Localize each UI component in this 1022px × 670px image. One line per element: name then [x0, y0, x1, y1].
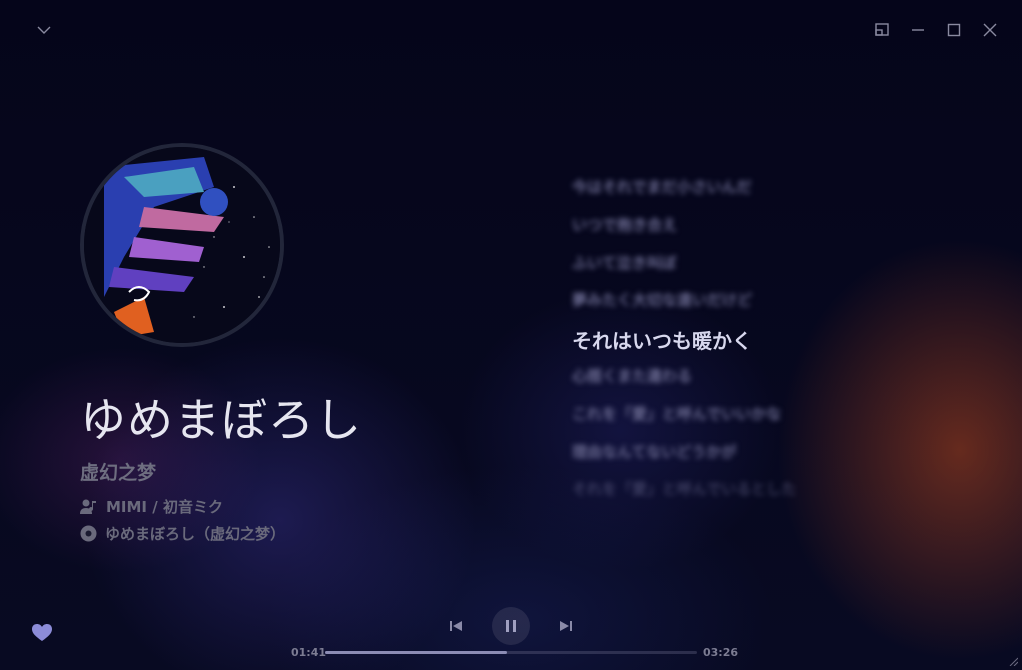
lyric-line-active[interactable]: それはいつも暖かく	[572, 325, 752, 354]
album-row[interactable]: ゆめまぼろし（虚幻之梦）	[80, 523, 285, 544]
lyric-line[interactable]: 心揺くまた違わる	[572, 365, 692, 386]
artist-names[interactable]: MIMI / 初音ミク	[106, 496, 223, 517]
collapse-button[interactable]	[32, 18, 56, 42]
album-cover	[80, 143, 284, 347]
play-pause-button[interactable]	[492, 607, 530, 645]
close-button[interactable]	[978, 18, 1002, 42]
lyric-line[interactable]: 今はそれでまだ小さいんだ	[572, 176, 752, 197]
song-subtitle: 虚幻之梦	[80, 462, 157, 484]
album-name[interactable]: ゆめまぼろし（虚幻之梦）	[105, 523, 285, 544]
song-title: ゆめまぼろし	[80, 393, 362, 447]
pause-icon	[506, 620, 516, 632]
lyric-line[interactable]: いつで抱き合え	[572, 214, 677, 235]
lyric-line[interactable]: 夢みたく大切な遠いだけど	[572, 289, 752, 310]
maximize-icon	[947, 23, 961, 37]
lyric-line[interactable]: これを「愛」と呼んでいいかな	[572, 403, 781, 424]
lyric-line[interactable]: それを「愛」と呼んでいるとした	[572, 478, 796, 499]
resize-grip-icon[interactable]	[1008, 656, 1018, 666]
progress-bar[interactable]	[325, 651, 697, 654]
previous-button[interactable]	[446, 616, 466, 636]
artist-icon	[80, 499, 96, 514]
maximize-button[interactable]	[942, 18, 966, 42]
artist-row[interactable]: MIMI / 初音ミク	[80, 496, 223, 517]
mini-player-button[interactable]	[870, 18, 894, 42]
next-icon	[560, 621, 572, 631]
album-disc-icon	[80, 525, 97, 542]
previous-icon	[450, 621, 462, 631]
heart-icon	[32, 624, 52, 641]
like-button[interactable]	[32, 624, 52, 646]
minimize-icon	[912, 29, 924, 31]
total-duration: 03:26	[703, 646, 739, 659]
lyric-line[interactable]: ふいて泣き叫ぼ	[572, 252, 677, 273]
lyric-line[interactable]: 理由なんてないどうかが	[572, 441, 736, 462]
mini-player-icon	[875, 23, 889, 36]
close-icon	[983, 23, 997, 37]
progress-fill	[325, 651, 508, 654]
next-button[interactable]	[556, 616, 576, 636]
elapsed-time: 01:41	[291, 646, 327, 659]
chevron-down-icon	[37, 26, 51, 34]
minimize-button[interactable]	[906, 18, 930, 42]
